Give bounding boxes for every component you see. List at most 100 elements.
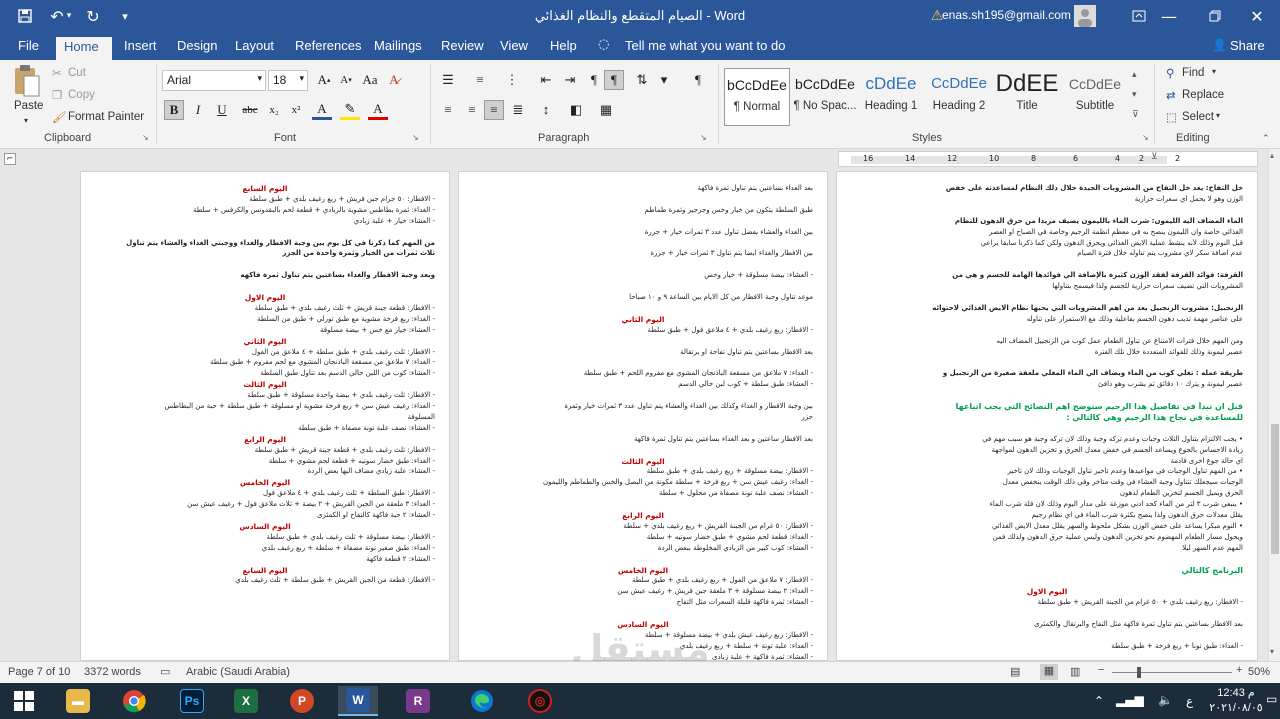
tab-file[interactable]: File — [10, 37, 47, 60]
tab-mailings[interactable]: Mailings — [366, 37, 430, 60]
tray-chevron-icon[interactable]: ⌃ — [1094, 694, 1104, 708]
font-name-dropdown-icon[interactable]: ▾ — [257, 73, 262, 84]
restore-icon[interactable] — [1198, 0, 1232, 32]
print-layout-icon[interactable]: ▦ — [1040, 664, 1058, 680]
style-no-spacing[interactable]: bCcDdEe ¶ No Spac... — [792, 68, 858, 126]
zoom-out-icon[interactable]: − — [1098, 664, 1104, 676]
increase-indent-icon[interactable]: ⇥ — [560, 70, 580, 90]
font-name-combo[interactable]: Arial ▾ — [162, 70, 266, 91]
style-heading-2[interactable]: CcDdEe Heading 2 — [926, 68, 992, 126]
text-effects-icon[interactable]: A — [312, 100, 332, 120]
clock[interactable]: 12:43 م ٢٠٢١/٠٨/٠٥ — [1206, 686, 1266, 716]
styles-scroll-up-icon[interactable]: ▴ — [1132, 70, 1137, 80]
styles-launcher-icon[interactable]: ↘ — [1142, 133, 1149, 142]
horizontal-ruler[interactable]: 16 14 12 10 8 6 4 2 ⊻ 2 — [838, 151, 1258, 167]
page-count[interactable]: Page 7 of 10 — [8, 666, 70, 678]
paste-icon[interactable] — [12, 64, 42, 98]
scroll-thumb[interactable] — [1271, 424, 1279, 554]
grow-font-icon[interactable]: A ▴ — [314, 70, 334, 90]
show-marks-icon[interactable]: ¶ — [688, 70, 708, 90]
shading-icon[interactable]: ◧ — [566, 100, 586, 120]
tab-help[interactable]: Help — [542, 37, 585, 60]
cut-icon[interactable]: ✂ — [52, 66, 62, 80]
photoshop-icon[interactable]: Ps — [172, 686, 212, 716]
replace-button[interactable]: Replace — [1182, 89, 1224, 101]
select-icon[interactable]: ⬚ — [1166, 110, 1177, 124]
style-title[interactable]: DdEE Title — [994, 68, 1060, 126]
bold-icon[interactable]: B — [164, 100, 184, 120]
winrar-icon[interactable]: R — [398, 686, 438, 716]
close-icon[interactable]: ✕ — [1240, 0, 1274, 32]
share-button[interactable]: Share — [1222, 37, 1273, 60]
tab-view[interactable]: View — [492, 37, 536, 60]
find-dropdown-icon[interactable]: ▾ — [1212, 67, 1216, 76]
copy-icon[interactable]: ❐ — [52, 88, 62, 102]
styles-more-icon[interactable]: ⊽ — [1132, 110, 1139, 120]
tab-insert[interactable]: Insert — [116, 37, 165, 60]
find-button[interactable]: Find — [1182, 67, 1204, 79]
select-dropdown-icon[interactable]: ▾ — [1216, 111, 1220, 120]
rtl-direction-icon[interactable]: ¶ — [584, 70, 604, 90]
zoom-level[interactable]: 50% — [1248, 666, 1270, 678]
vertical-scrollbar[interactable]: ▴ ▾ — [1268, 149, 1280, 661]
scroll-up-icon[interactable]: ▴ — [1270, 151, 1274, 160]
replace-icon[interactable]: ⇄ — [1166, 88, 1176, 102]
subscript-icon[interactable]: x₂ — [264, 100, 284, 120]
document-page-left[interactable]: اليوم السابع - الافطار: ٥٠ جرام جبن قريش … — [80, 171, 450, 661]
chrome-icon[interactable] — [114, 686, 154, 716]
borders-icon[interactable]: ▦ — [596, 100, 616, 120]
format-painter-button[interactable]: Format Painter — [68, 111, 144, 123]
tab-selector-icon[interactable]: ⌐ — [4, 153, 16, 165]
volume-icon[interactable]: 🔈 — [1158, 693, 1173, 707]
tab-review[interactable]: Review — [433, 37, 492, 60]
tab-references[interactable]: References — [287, 37, 369, 60]
select-button[interactable]: Select — [1182, 111, 1214, 123]
notifications-icon[interactable]: ▭ — [1266, 692, 1277, 706]
decrease-indent-icon[interactable]: ⇤ — [536, 70, 556, 90]
font-launcher-icon[interactable]: ↘ — [412, 133, 419, 142]
italic-icon[interactable]: I — [188, 100, 208, 120]
styles-scroll-down-icon[interactable]: ▾ — [1132, 90, 1137, 100]
input-language[interactable]: ع — [1186, 694, 1193, 708]
paragraph-launcher-icon[interactable]: ↘ — [700, 133, 707, 142]
change-case-icon[interactable]: Aa — [360, 70, 380, 90]
excel-icon[interactable]: X — [226, 686, 266, 716]
copy-button[interactable]: Copy — [68, 89, 95, 101]
zoom-in-icon[interactable]: + — [1236, 664, 1242, 676]
tell-me-search[interactable]: Tell me what you want to do — [617, 37, 793, 60]
collapse-ribbon-icon[interactable]: ⌃ — [1262, 134, 1270, 144]
app-red-icon[interactable]: ◎ — [520, 686, 560, 716]
justify-icon[interactable]: ≣ — [508, 100, 528, 120]
clear-formatting-icon[interactable]: A̷ — [384, 70, 404, 90]
start-windows-icon[interactable] — [4, 686, 44, 716]
numbering-icon[interactable]: ≡ — [470, 70, 490, 90]
sort-icon[interactable]: ⇅ — [632, 70, 652, 90]
word-count[interactable]: 3372 words — [84, 666, 141, 678]
language-indicator[interactable]: Arabic (Saudi Arabia) — [186, 666, 290, 678]
style-heading-1[interactable]: cDdEe Heading 1 — [858, 68, 924, 126]
read-mode-icon[interactable]: ▤ — [1010, 665, 1020, 678]
scroll-down-icon[interactable]: ▾ — [1270, 647, 1274, 656]
shrink-font-icon[interactable]: A ▾ — [336, 70, 356, 90]
zoom-slider-thumb[interactable] — [1136, 667, 1141, 678]
minimize-icon[interactable]: — — [1152, 0, 1186, 32]
line-spacing-icon[interactable]: ↕ — [536, 100, 556, 120]
align-left-icon[interactable]: ≡ — [438, 100, 458, 120]
style-subtitle[interactable]: CcDdEe Subtitle — [1062, 68, 1128, 126]
ltr-direction-icon[interactable]: ¶ — [604, 70, 624, 90]
file-explorer-icon[interactable]: ▬ — [58, 686, 98, 716]
cut-button[interactable]: Cut — [68, 67, 86, 79]
proofing-icon[interactable]: ▭ — [160, 665, 170, 678]
network-icon[interactable]: ▂▄▆ — [1116, 693, 1144, 707]
tab-home[interactable]: Home — [56, 37, 112, 60]
format-painter-icon[interactable]: 🖌 — [52, 110, 67, 124]
align-right-icon[interactable]: ≡ — [484, 100, 504, 120]
paste-dropdown-icon[interactable]: ▾ — [24, 116, 28, 125]
document-page-right[interactable]: خل التفاح: يعد خل التفاح من المشروبات ال… — [836, 171, 1258, 661]
clipboard-launcher-icon[interactable]: ↘ — [142, 133, 149, 142]
document-page-middle[interactable]: بعد الغداء بساعتين يتم تناول ثمرة فاكهة ط… — [458, 171, 828, 661]
bullets-icon[interactable]: ☰ — [438, 70, 458, 90]
multilevel-list-icon[interactable]: ⋮ — [502, 70, 522, 90]
font-size-dropdown-icon[interactable]: ▾ — [299, 73, 304, 84]
align-center-icon[interactable]: ≡ — [462, 100, 482, 120]
